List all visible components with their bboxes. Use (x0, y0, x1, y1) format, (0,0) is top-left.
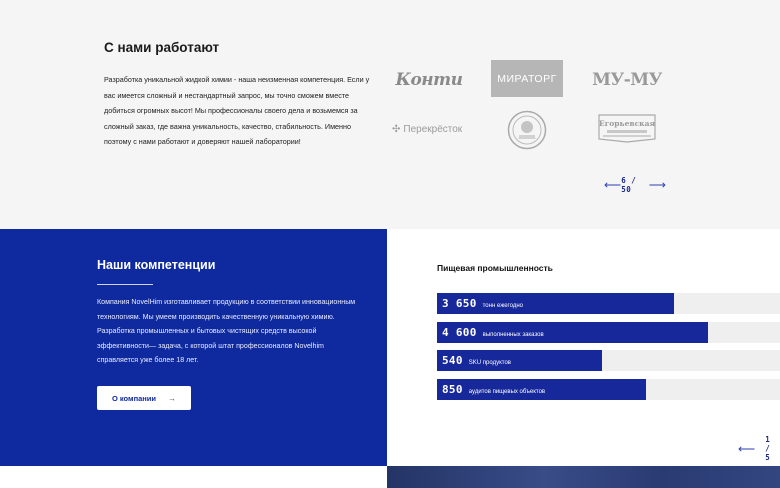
stat-caption: аудитов пищевых объектов (468, 388, 546, 395)
competence-title: Наши компетенции (97, 258, 216, 272)
bottom-image-strip (387, 466, 780, 488)
svg-text:Егорьевская: Егорьевская (599, 119, 655, 128)
arrow-left-icon[interactable]: ⟵ (738, 443, 755, 455)
partner-logos: Конти МИРАТОРГ МУ-МУ ✣ Перекрёсток Егорь… (392, 58, 672, 154)
stat-value: 850 (442, 383, 463, 396)
perekrestok-cross-icon: ✣ (392, 123, 401, 135)
about-company-button[interactable]: О компании → (97, 386, 191, 410)
about-company-label: О компании (111, 393, 157, 403)
arrow-right-icon: → (168, 393, 177, 403)
stat-bar: 3 650 тонн ежегодно (437, 293, 780, 314)
logo-miratorg: МИРАТОРГ (491, 60, 563, 97)
arrow-right-icon[interactable]: ⟶ (649, 179, 666, 191)
stat-value: 4 600 (442, 326, 477, 339)
competence-section: Наши компетенции Компания NovelHim изгот… (0, 229, 387, 466)
stats-title: Пищевая промышленность (437, 263, 553, 273)
logo-yegorievskaya: Егорьевская (595, 113, 659, 143)
stat-caption: выполненных заказов (482, 331, 544, 338)
logo-mumu: МУ-МУ (592, 70, 662, 90)
stat-caption: SKU продуктов (468, 359, 511, 366)
stats-slider-nav: ⟵ 1 / 5 (738, 435, 780, 462)
stat-bar: 4 600 выполненных заказов (437, 322, 780, 343)
arrow-left-icon[interactable]: ⟵ (604, 179, 621, 191)
logo-konti: Конти (395, 70, 463, 90)
title-divider (97, 284, 153, 285)
round-seal-logo-icon (507, 110, 547, 150)
competence-description: Компания NovelHim изготавливает продукци… (97, 298, 356, 365)
bottom-white-strip (0, 466, 387, 488)
stats-slide-counter: 1 / 5 (765, 435, 771, 462)
partners-section: С нами работают Разработка уникальной жи… (0, 0, 780, 229)
partners-slide-counter: 6 / 50 (621, 176, 637, 194)
stat-caption: тонн ежегодно (482, 302, 523, 309)
stat-value: 3 650 (442, 297, 477, 310)
stat-bar: 850 аудитов пищевых объектов (437, 379, 780, 400)
stat-value: 540 (442, 354, 463, 367)
partners-title: С нами работают (104, 40, 220, 55)
stat-bar: 540 SKU продуктов (437, 350, 780, 371)
partners-slider-nav: ⟵ 6 / 50 ⟶ (604, 176, 666, 194)
stats-section: Пищевая промышленность 3 650 тонн ежегод… (387, 229, 780, 466)
partners-description: Разработка уникальной жидкой химии - наш… (104, 75, 370, 146)
logo-perekrestok: ✣ Перекрёсток (392, 123, 463, 135)
